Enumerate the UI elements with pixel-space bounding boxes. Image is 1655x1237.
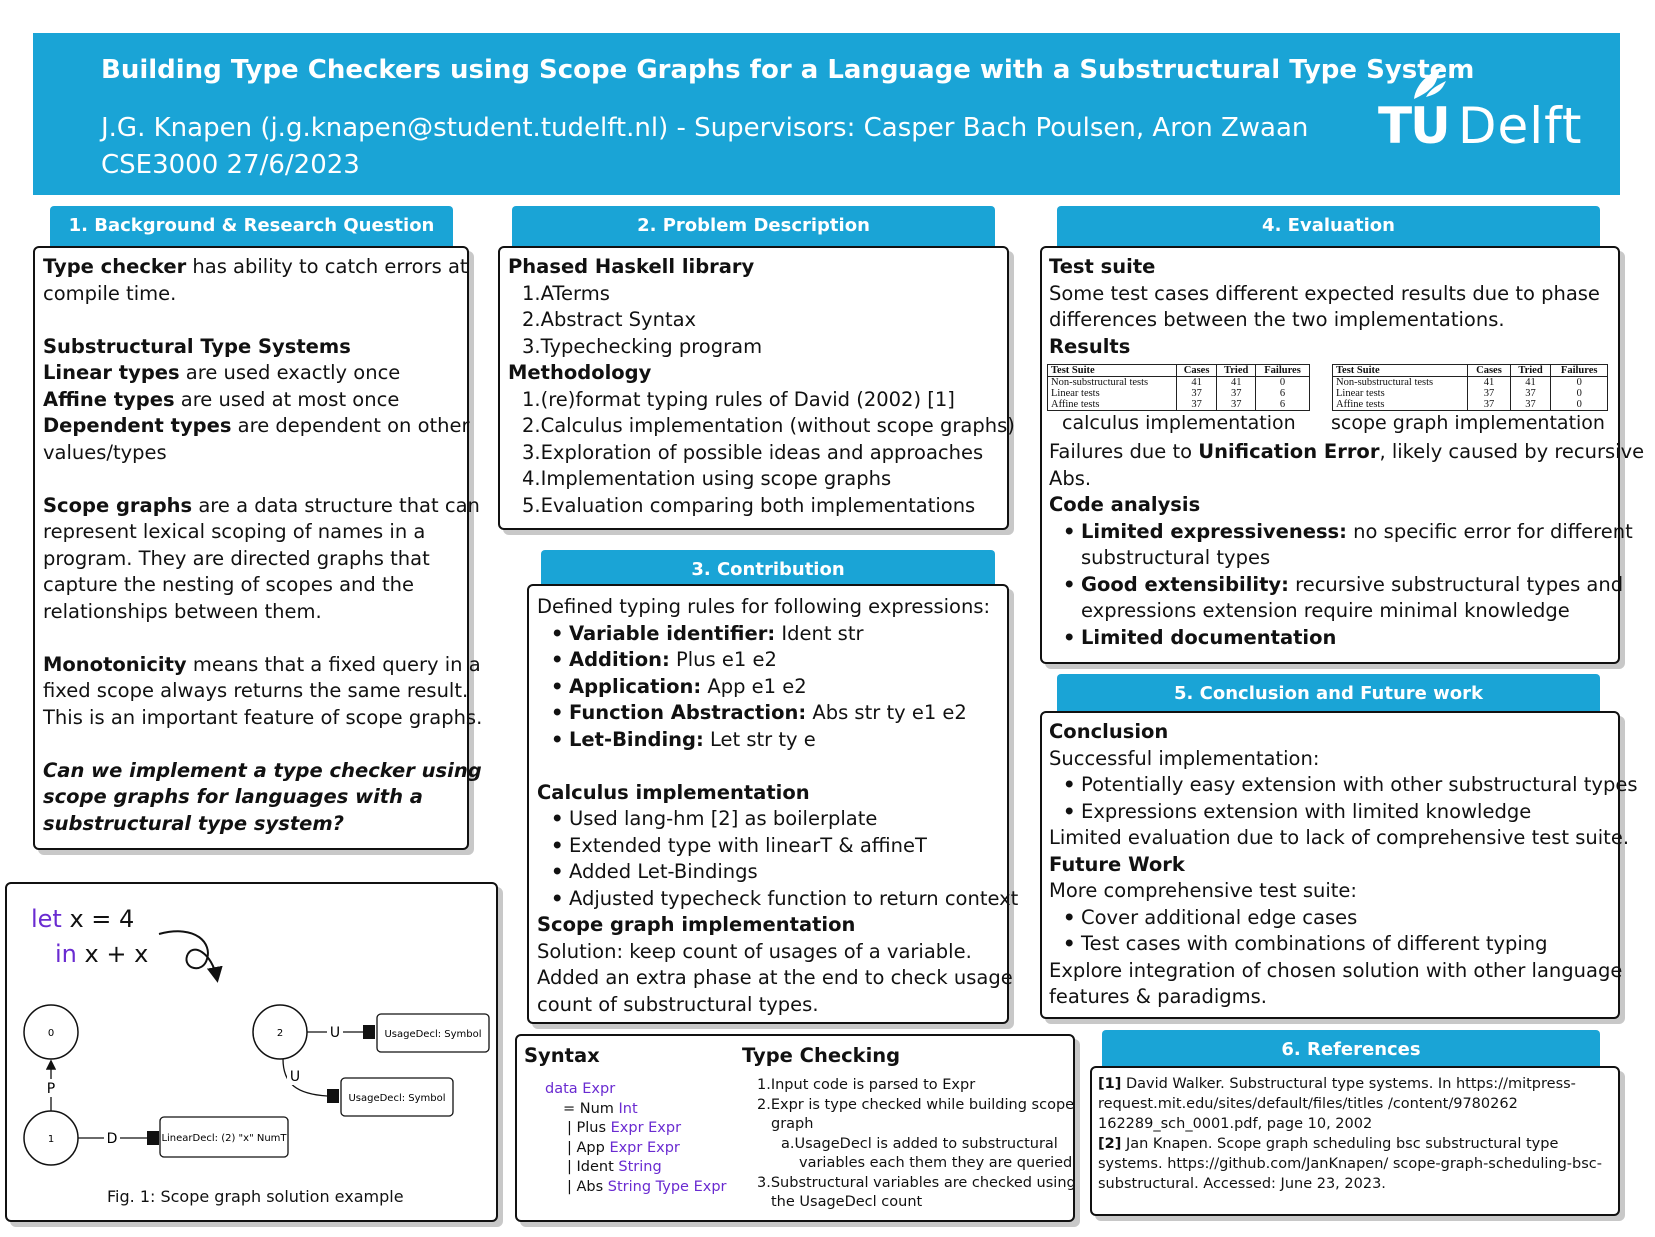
bg-dependent-types: Dependent types are dependent on other [43,414,470,437]
sg-impl-line-1: Solution: keep count of usages of a vari… [537,939,972,963]
conclusion-line-1: Successful implementation: [1049,746,1320,770]
bg-paragraph-1-cont: compile time. [43,281,177,305]
node-2-label: 2 [277,1028,283,1039]
problem-library-heading: Phased Haskell library [508,255,755,278]
conclusion-heading: 5. Conclusion and Future work [1057,674,1600,714]
code-analysis-list: Limited expressiveness: no specific erro… [1049,519,1644,652]
scope-graph-impl-heading: Scope graph implementation [537,913,856,936]
problem-methodology-list: 1.(re)format typing rules of David (2002… [522,387,1015,517]
future-work-heading: Future Work [1049,852,1185,876]
edge-u2-label: U [290,1069,300,1085]
bg-scope-l3: program. They are directed graphs that [43,546,430,570]
usage-decl-label-1: UsageDecl: Symbol [384,1029,481,1040]
poster-header: Building Type Checkers using Scope Graph… [33,33,1620,195]
scope-graph-diagram: 0 1 2 P D LinearDecl: (2) "x" NumT U Usa… [23,930,490,1166]
problem-methodology-heading: Methodology [508,361,652,384]
typing-rules-list: Variable identifier: Ident str Addition:… [537,621,1018,754]
node-1-label: 1 [48,1134,54,1145]
bg-dependent-types-cont: values/types [43,440,167,464]
bg-paragraph-1: Type checker has ability to catch errors… [43,255,468,278]
tudelft-logo: TU Delft [1378,63,1598,163]
linear-decl-label: LinearDecl: (2) "x" NumT [161,1133,287,1144]
references-box: [1] David Walker. Substructural type sys… [1090,1066,1620,1216]
bg-affine-types: Affine types are used at most once [43,387,400,411]
problem-library-list: 1.ATerms 2.Abstract Syntax 3.Typecheckin… [522,281,763,358]
conclusion-subheading: Conclusion [1049,720,1169,743]
bg-scope-l4: capture the nesting of scopes and the [43,573,414,596]
conclusion-box: Conclusion Successful implementation: Po… [1040,711,1638,1019]
table-caption-calculus: calculus implementation [1062,412,1296,434]
background-box: Type checker has ability to catch errors… [33,246,482,850]
edge-u1-label: U [330,1025,340,1041]
syntax-heading: Syntax [524,1044,600,1067]
test-suite-heading: Test suite [1049,255,1156,278]
test-suite-line-2: differences between the two implementati… [1049,308,1505,331]
problem-heading: 2. Problem Description [512,206,995,246]
evaluation-box: Test suite Some test cases different exp… [1040,246,1644,664]
scope-graph-figure: let x = 4 in x + x 0 1 2 P D LinearDecl:… [5,882,498,1222]
code-analysis-heading: Code analysis [1049,493,1201,516]
test-suite-line-1: Some test cases different expected resul… [1049,281,1600,305]
bg-monotonicity: Monotonicity means that a fixed query in… [43,652,481,676]
bg-scope-l5: relationships between them. [43,599,322,623]
poster-course-date: CSE3000 27/6/2023 [101,150,360,180]
results-heading: Results [1049,334,1131,358]
syntax-typechecking-box: Syntax data Expr = Num Int | Plus Expr E… [515,1034,1076,1222]
results-table-scope-graph: Test Suite Cases Tried Failures Non-substru… [1332,364,1608,411]
figure-caption: Fig. 1: Scope graph solution example [107,1187,404,1206]
calculus-list: Used lang-hm [2] as boilerplate Extended… [537,806,1018,912]
future-work-line-2: Explore integration of chosen solution w… [1049,958,1623,982]
evaluation-heading: 4. Evaluation [1057,206,1600,246]
conclusion-list: Potentially easy extension with other su… [1049,772,1638,825]
sg-impl-line-2: Added an extra phase at the end to check… [537,966,1013,989]
poster-title: Building Type Checkers using Scope Graph… [101,55,1475,85]
typechecking-heading: Type Checking [742,1044,901,1067]
curly-arrow-icon [158,930,223,983]
contribution-box: Defined typing rules for following expre… [527,584,1018,1024]
bg-mono-l2: fixed scope always returns the same resu… [43,679,469,702]
conclusion-line-2: Limited evaluation due to lack of compre… [1049,826,1630,849]
problem-box: Phased Haskell library 1.ATerms 2.Abstra… [498,246,1015,530]
failures-note: Failures due to Unification Error, likel… [1049,440,1645,463]
references-text: [1] David Walker. Substructural type sys… [1098,1076,1602,1192]
future-work-list: Cover additional edge cases Test cases w… [1049,905,1638,958]
calculus-heading: Calculus implementation [537,780,810,804]
future-work-line-1: More comprehensive test suite: [1049,879,1357,902]
bg-mono-l3: This is an important feature of scope gr… [43,705,483,729]
future-work-line-3: features & paradigms. [1049,985,1267,1008]
bg-scope-graphs: Scope graphs are a data structure that c… [43,493,480,517]
typechecking-steps: 1.Input code is parsed to Expr 2.Expr is… [757,1077,1076,1210]
bg-substructural-heading: Substructural Type Systems [43,334,351,358]
table-caption-scope-graph: scope graph implementation [1331,412,1605,434]
logo-delft: Delft [1458,97,1583,155]
contribution-intro: Defined typing rules for following expre… [537,595,991,618]
references-heading: 6. References [1102,1030,1600,1070]
usage-decl-label-2: UsageDecl: Symbol [348,1093,445,1104]
syntax-code: data Expr = Num Int | Plus Expr Expr | A… [545,1081,727,1195]
research-question: Can we implement a type checker using sc… [43,758,482,835]
logo-tu: TU [1378,97,1451,155]
results-table-calculus: Test Suite Cases Tried Failures Non-substru… [1047,364,1310,411]
failures-note-cont: Abs. [1049,466,1092,490]
bg-scope-l2: represent lexical scoping of names in a [43,520,426,543]
node-0-label: 0 [48,1028,54,1039]
background-heading: 1. Background & Research Question [50,206,453,246]
bg-linear-types: Linear types are used exactly once [43,361,401,384]
poster-authors: J.G. Knapen (j.g.knapen@student.tudelft.… [101,113,1309,143]
sg-impl-line-3: count of substructural types. [537,992,819,1016]
edge-p-label: P [47,1081,55,1097]
edge-d-label: D [107,1131,118,1147]
